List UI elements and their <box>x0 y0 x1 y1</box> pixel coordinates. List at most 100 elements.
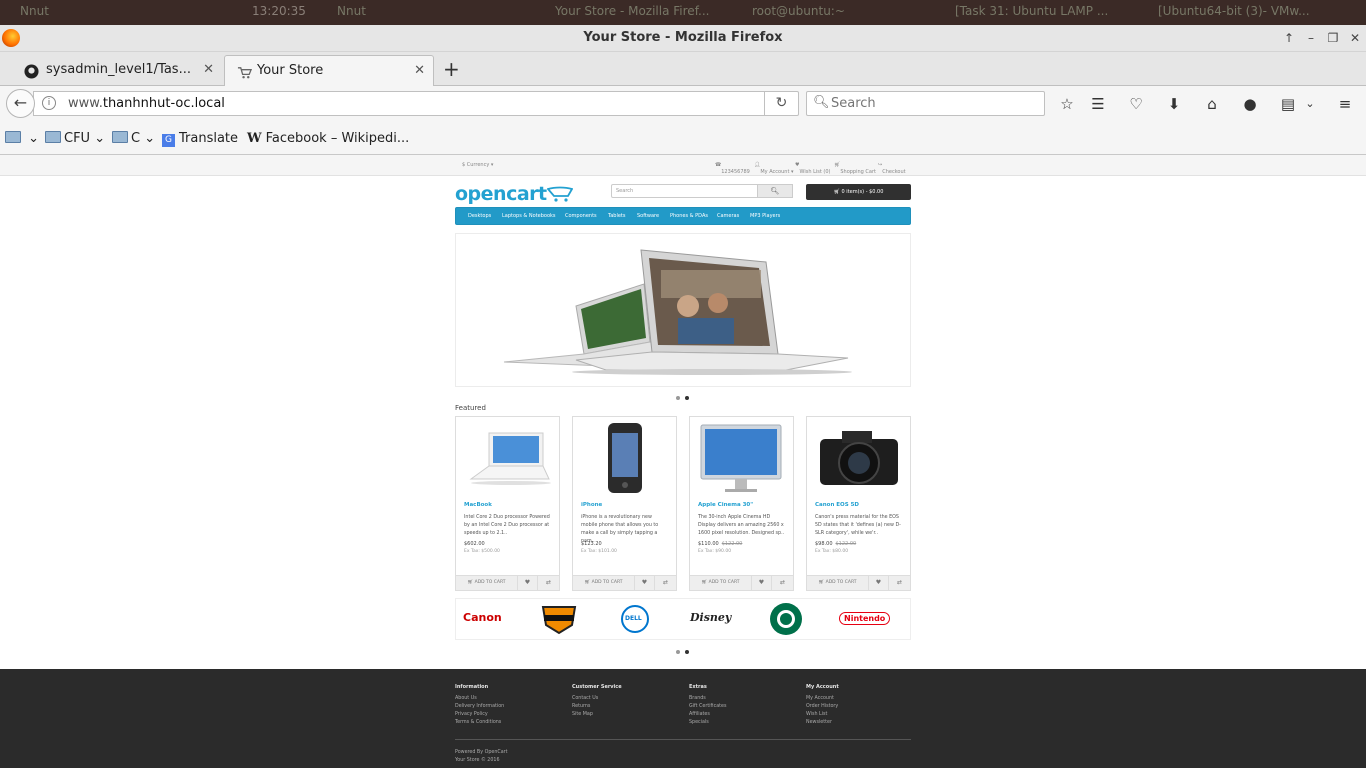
footer-link[interactable]: Specials <box>689 719 726 727</box>
wishlist-link[interactable]: ♥ Wish List (0) <box>795 162 830 175</box>
powered-by[interactable]: Powered By OpenCart <box>455 749 508 757</box>
canon-eos-image[interactable] <box>812 421 905 496</box>
product-name[interactable]: Apple Cinema 30" <box>698 502 753 508</box>
hero-slideshow[interactable] <box>455 233 911 387</box>
compare-icon[interactable]: ⇄ <box>538 576 559 590</box>
panel-task[interactable]: [Task 31: Ubuntu LAMP ... <box>955 4 1108 18</box>
footer-link[interactable]: Order History <box>806 703 839 711</box>
search-bar[interactable]: 🔍︎ <box>806 91 1045 116</box>
footer-link[interactable]: Privacy Policy <box>455 711 504 719</box>
menu-item[interactable]: Software <box>637 213 659 219</box>
reload-icon[interactable]: ↻ <box>764 92 798 115</box>
wishlist-heart-icon[interactable]: ♥ <box>752 576 772 590</box>
extension-icon[interactable]: ● <box>1240 94 1260 114</box>
currency-dropdown[interactable]: $ Currency ▾ <box>462 162 493 168</box>
brand-logo-starbucks[interactable] <box>769 602 803 636</box>
add-to-cart-button[interactable]: 🛒︎ ADD TO CART <box>456 576 518 590</box>
menu-item[interactable]: MP3 Players <box>750 213 780 219</box>
wishlist-heart-icon[interactable]: ♥ <box>635 576 655 590</box>
compare-icon[interactable]: ⇄ <box>655 576 676 590</box>
pagination-dot-active[interactable] <box>685 650 689 654</box>
phone-link[interactable]: ☎ 123456789 <box>715 162 750 175</box>
brand-logo-canon[interactable]: Canon <box>463 611 502 624</box>
panel-task[interactable]: Your Store - Mozilla Firef... <box>555 4 709 18</box>
back-button[interactable]: ← <box>6 89 35 118</box>
site-info-icon[interactable]: i <box>42 96 56 110</box>
pocket-icon[interactable]: ♡ <box>1126 94 1146 114</box>
footer-link[interactable]: My Account <box>806 695 839 703</box>
pagination-dot[interactable] <box>676 396 680 400</box>
macbook-image[interactable] <box>461 421 554 496</box>
footer-link[interactable]: Terms & Conditions <box>455 719 504 727</box>
bookmark-folder-c[interactable]: C ⌄ <box>112 131 155 146</box>
iphone-image[interactable] <box>578 421 671 496</box>
footer-link[interactable]: Site Map <box>572 711 622 719</box>
panel-task[interactable]: [Ubuntu64-bit (3)- VMw... <box>1158 4 1310 18</box>
cart-button[interactable]: 🛒︎ 0 item(s) - $0.00 <box>806 184 911 200</box>
brand-logo-nintendo[interactable]: Nintendo <box>839 612 891 625</box>
chevron-down-icon[interactable]: ⌄ <box>1300 94 1320 114</box>
pagination-dot[interactable] <box>676 650 680 654</box>
footer-link[interactable]: Affiliates <box>689 711 726 719</box>
hamburger-menu-icon[interactable]: ≡ <box>1335 94 1355 114</box>
new-tab-icon[interactable]: + <box>443 57 460 81</box>
store-search-input[interactable]: Search <box>611 184 758 198</box>
window-up-icon[interactable]: ↑ <box>1282 31 1296 45</box>
wishlist-heart-icon[interactable]: ♥ <box>869 576 889 590</box>
url-bar[interactable]: i www.thanhnhut-oc.local ↻ <box>33 91 799 116</box>
footer-link[interactable]: Gift Certificates <box>689 703 726 711</box>
bookmark-star-icon[interactable]: ☆ <box>1057 94 1077 114</box>
footer-link[interactable]: Contact Us <box>572 695 622 703</box>
footer-link[interactable]: Returns <box>572 703 622 711</box>
menu-item[interactable]: Components <box>565 213 597 219</box>
store-search-button[interactable]: 🔍︎ <box>757 184 793 198</box>
panel-task[interactable]: root@ubuntu:~ <box>752 4 845 18</box>
footer-link[interactable]: Newsletter <box>806 719 839 727</box>
menu-item[interactable]: Desktops <box>468 213 491 219</box>
footer-link[interactable]: About Us <box>455 695 504 703</box>
opencart-logo[interactable]: opencart <box>455 183 573 205</box>
checkout-link[interactable]: ↪ Checkout <box>878 162 906 175</box>
tab-your-store[interactable]: Your Store ✕ <box>224 55 434 86</box>
tab-github[interactable]: sysadmin_level1/Tas... ✕ <box>0 55 222 86</box>
brand-logo-disney[interactable]: Disney <box>690 611 731 624</box>
window-minimize-icon[interactable]: – <box>1304 31 1318 45</box>
compare-icon[interactable]: ⇄ <box>772 576 793 590</box>
bookmark-translate[interactable]: G Translate <box>162 131 238 147</box>
product-name[interactable]: Canon EOS 5D <box>815 502 859 508</box>
menu-item[interactable]: Tablets <box>608 213 626 219</box>
tab-close-icon[interactable]: ✕ <box>203 55 214 85</box>
download-icon[interactable]: ⬇ <box>1164 94 1184 114</box>
my-account-link[interactable]: 👤︎ My Account ▾ <box>754 162 794 175</box>
reading-list-icon[interactable]: ☰ <box>1088 94 1108 114</box>
shopping-cart-link[interactable]: 🛒︎ Shopping Cart <box>834 162 876 175</box>
add-to-cart-button[interactable]: 🛒︎ ADD TO CART <box>690 576 752 590</box>
product-name[interactable]: iPhone <box>581 502 602 508</box>
window-close-icon[interactable]: ✕ <box>1348 31 1362 45</box>
brand-logo-harley[interactable] <box>540 603 578 635</box>
panel-item[interactable]: Nnut <box>337 4 366 18</box>
search-input[interactable] <box>831 94 1031 113</box>
panel-item[interactable]: Nnut <box>20 4 49 18</box>
menu-item[interactable]: Laptops & Notebooks <box>502 213 556 219</box>
bookmark-folder-cfu[interactable]: CFU ⌄ <box>45 131 105 146</box>
bookmark-facebook-wikipedia[interactable]: W Facebook – Wikipedi... <box>247 131 409 146</box>
footer-link[interactable]: Delivery Information <box>455 703 504 711</box>
home-icon[interactable]: ⌂ <box>1202 94 1222 114</box>
apple-cinema-image[interactable] <box>695 421 788 496</box>
footer-link[interactable]: Wish List <box>806 711 839 719</box>
add-to-cart-button[interactable]: 🛒︎ ADD TO CART <box>573 576 635 590</box>
add-to-cart-button[interactable]: 🛒︎ ADD TO CART <box>807 576 869 590</box>
url-text[interactable]: www.thanhnhut-oc.local <box>68 96 225 111</box>
menu-item[interactable]: Phones & PDAs <box>670 213 708 219</box>
pagination-dot-active[interactable] <box>685 396 689 400</box>
compare-icon[interactable]: ⇄ <box>889 576 910 590</box>
clipboard-icon[interactable]: ▤ <box>1278 94 1298 114</box>
wishlist-heart-icon[interactable]: ♥ <box>518 576 538 590</box>
tab-close-icon[interactable]: ✕ <box>414 56 425 86</box>
footer-link[interactable]: Brands <box>689 695 726 703</box>
bookmark-folder[interactable]: ⌄ <box>5 131 39 146</box>
product-name[interactable]: MacBook <box>464 502 492 508</box>
window-restore-icon[interactable]: ❐ <box>1326 31 1340 45</box>
menu-item[interactable]: Cameras <box>717 213 739 219</box>
